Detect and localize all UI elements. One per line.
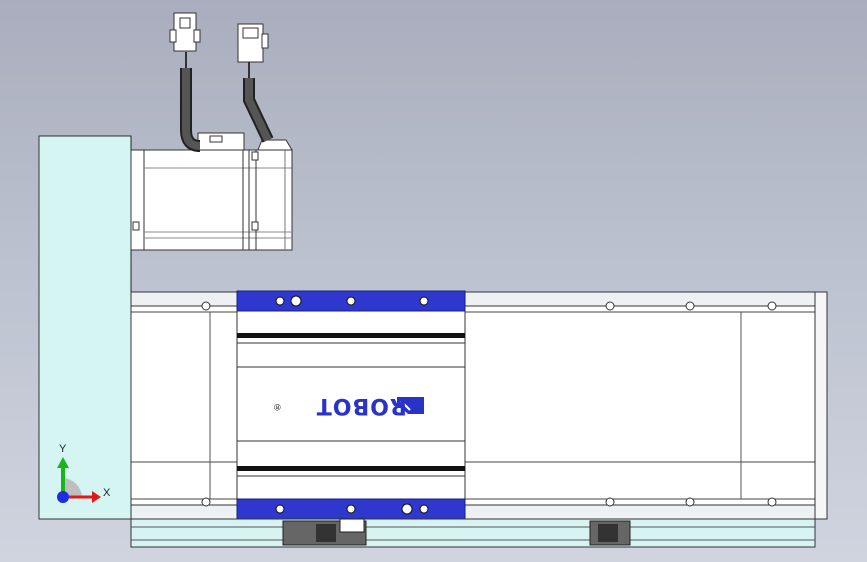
registered-mark: ® (274, 402, 281, 412)
base-rail (130, 518, 816, 548)
triad-x-label: X (103, 487, 111, 499)
cad-viewport[interactable]: -ROBOT ® X Y (0, 0, 867, 562)
cable-2 (237, 23, 274, 143)
cable-1 (169, 12, 201, 152)
linear-actuator (130, 291, 828, 520)
mount-plate (38, 135, 132, 520)
triad-y-label: Y (59, 443, 67, 455)
logo-text: -ROBOT (315, 393, 417, 419)
servo-motor (130, 132, 293, 251)
cad-drawing (38, 12, 828, 548)
